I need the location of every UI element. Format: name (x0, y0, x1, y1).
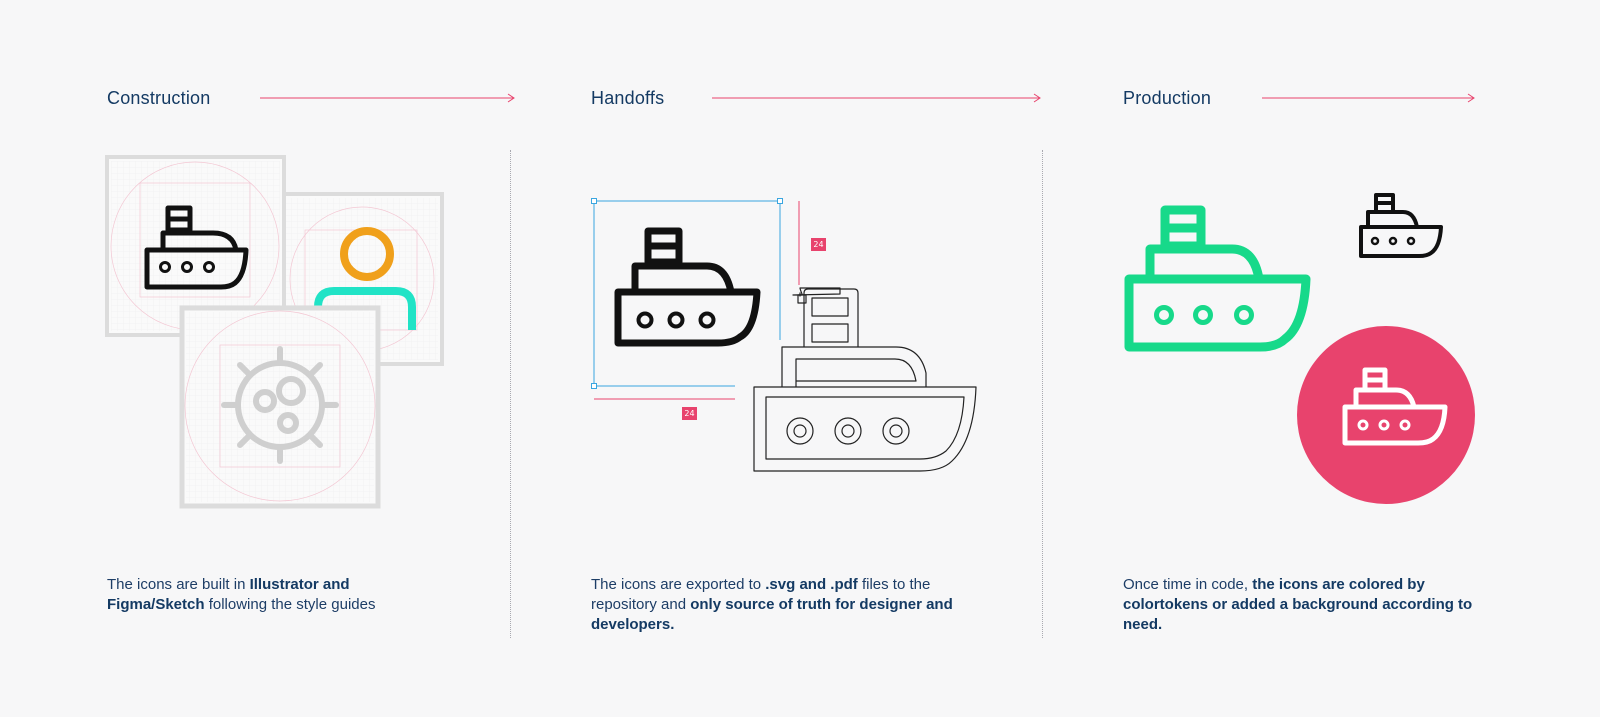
handoffs-export-illustration (591, 198, 977, 472)
ship-icon-small (1359, 193, 1443, 258)
desc-bold-text: .svg and .pdf (765, 576, 858, 593)
heading-production: Production (1123, 88, 1212, 108)
desc-text: The icons are built in (107, 576, 250, 593)
divider (1042, 150, 1043, 638)
ship-icon (614, 227, 761, 347)
construction-artboards (105, 155, 444, 509)
production-colored-icons (1124, 193, 1475, 504)
badge-background (1297, 326, 1475, 504)
height-label: 24 (811, 238, 826, 251)
desc-text: The icons are exported to (591, 576, 766, 593)
arrow-handoffs (712, 93, 1041, 103)
arrow-production (1262, 93, 1475, 103)
width-label: 24 (682, 407, 697, 420)
description-handoffs: The icons are exported to .svg and .pdf … (591, 575, 961, 635)
ship-icon-green (1124, 205, 1311, 352)
ship-outline-icon (753, 287, 977, 472)
description-production: Once time in code, the icons are colored… (1123, 575, 1473, 635)
divider (510, 150, 511, 638)
desc-text: following the style guides (204, 596, 376, 613)
artboard-virus (179, 305, 381, 509)
heading-handoffs: Handoffs (591, 88, 665, 108)
heading-construction: Construction (107, 88, 211, 108)
desc-text: Once time in code, (1123, 576, 1253, 593)
arrow-construction (260, 93, 515, 103)
description-construction: The icons are built in Illustrator and F… (107, 575, 437, 615)
